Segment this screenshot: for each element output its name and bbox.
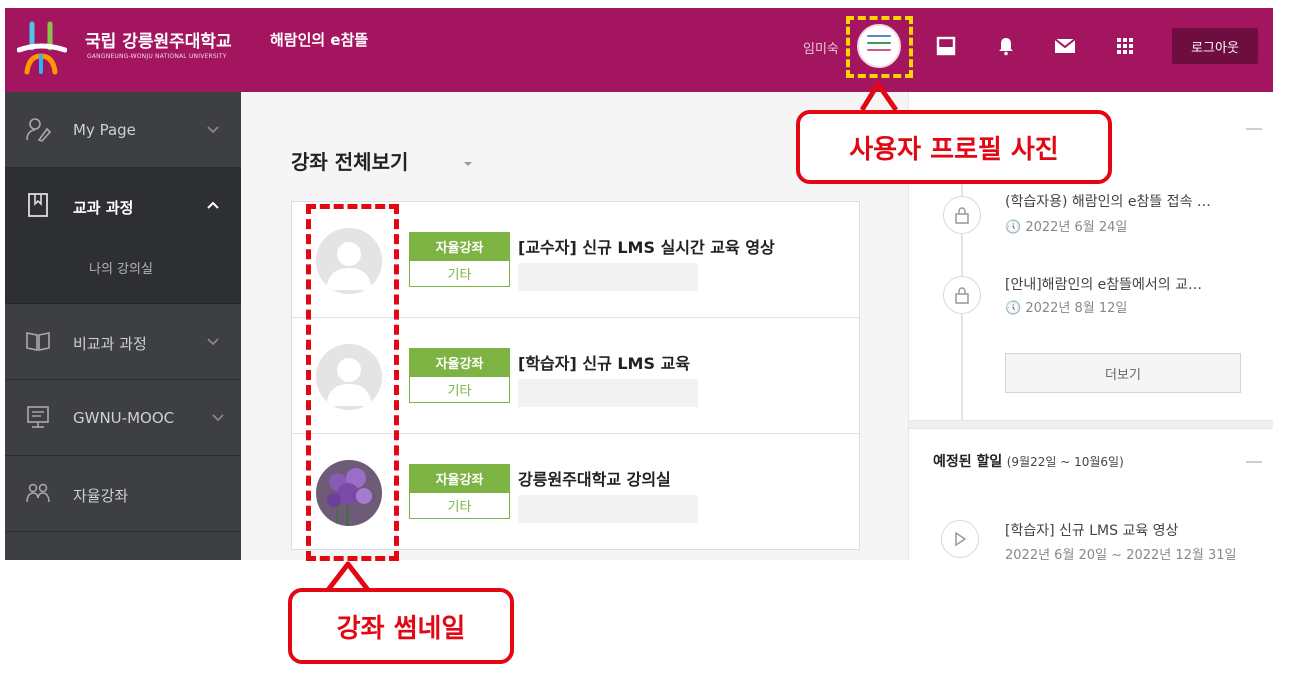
clock-icon: 🕔 bbox=[1005, 301, 1022, 316]
sidebar: My Page 교과 과정 나의 강의실 비교과 과정 GWNU-MOOC 자율… bbox=[5, 92, 241, 560]
sidebar-item-label: 교과 과정 bbox=[73, 199, 134, 217]
sidebar-item-curriculum[interactable]: 교과 과정 bbox=[5, 168, 241, 244]
section-divider bbox=[909, 420, 1273, 429]
profile-photo-callout: 사용자 프로필 사진 bbox=[796, 110, 1112, 184]
course-type-badge: 자율강좌 bbox=[409, 232, 510, 260]
mail-icon[interactable] bbox=[1051, 32, 1079, 60]
sidebar-item-label: 자율강좌 bbox=[73, 487, 129, 505]
caret-down-icon[interactable] bbox=[464, 162, 472, 166]
university-logo-icon[interactable] bbox=[17, 20, 67, 76]
course-tag: 자율강좌 기타 bbox=[409, 232, 510, 287]
user-name: 임미숙 bbox=[803, 42, 839, 57]
sidebar-item-gwnu-mooc[interactable]: GWNU-MOOC bbox=[5, 380, 241, 456]
chevron-down-icon bbox=[212, 414, 224, 422]
sidebar-item-label: GWNU-MOOC bbox=[73, 409, 175, 427]
grid-icon[interactable] bbox=[1111, 32, 1139, 60]
lms-window: 국립 강릉원주대학교 GANGNEUNG-WONJU NATIONAL UNIV… bbox=[5, 8, 1273, 560]
more-button[interactable]: 더보기 bbox=[1005, 353, 1241, 393]
open-book-icon bbox=[26, 332, 50, 351]
course-category-badge: 기타 bbox=[409, 376, 510, 403]
course-title[interactable]: [학습자] 신규 LMS 교육 bbox=[518, 350, 690, 374]
notice-date-text: 2022년 8월 12일 bbox=[1025, 301, 1128, 316]
course-type-badge: 자율강좌 bbox=[409, 348, 510, 376]
course-info-placeholder bbox=[518, 495, 698, 523]
callout-pointer-icon bbox=[326, 561, 370, 592]
todo-item-date: 2022년 6월 20일 ~ 2022년 12월 31일 bbox=[1005, 548, 1237, 560]
todo-heading: 예정된 할일 (9월22일 ~ 10월6일) bbox=[933, 451, 1124, 471]
todo-title: 예정된 할일 bbox=[933, 454, 1003, 470]
top-header: 국립 강릉원주대학교 GANGNEUNG-WONJU NATIONAL UNIV… bbox=[5, 8, 1273, 92]
sidebar-item-self-paced[interactable]: 자율강좌 bbox=[5, 456, 241, 532]
sidebar-item-extracurricular[interactable]: 비교과 과정 bbox=[5, 304, 241, 380]
logout-button[interactable]: 로그아웃 bbox=[1172, 28, 1258, 64]
collapse-icon[interactable] bbox=[1246, 128, 1262, 130]
notice-date-text: 2022년 6월 24일 bbox=[1025, 220, 1128, 235]
course-category-badge: 기타 bbox=[409, 492, 510, 519]
course-title[interactable]: 강릉원주대학교 강의실 bbox=[518, 466, 671, 490]
sidebar-subitem-label: 나의 강의실 bbox=[89, 262, 153, 277]
notice-date: 🕔 2022년 8월 12일 bbox=[1005, 297, 1127, 316]
notice-title[interactable]: (학습자용) 해람인의 e참뜰 접속 … bbox=[1005, 191, 1211, 211]
course-tag: 자율강좌 기타 bbox=[409, 464, 510, 519]
brand-name: 국립 강릉원주대학교 bbox=[85, 32, 232, 52]
course-thumbnail-callout: 강좌 썸네일 bbox=[288, 588, 514, 664]
screenshot-stage: 국립 강릉원주대학교 GANGNEUNG-WONJU NATIONAL UNIV… bbox=[0, 0, 1289, 679]
sidebar-item-label: 비교과 과정 bbox=[73, 335, 147, 353]
play-icon bbox=[941, 520, 979, 558]
todo-range: (9월22일 ~ 10월6일) bbox=[1006, 455, 1124, 469]
user-edit-icon bbox=[26, 118, 51, 142]
course-type-badge: 자율강좌 bbox=[409, 464, 510, 492]
course-title[interactable]: [교수자] 신규 LMS 실시간 교육 영상 bbox=[518, 234, 775, 258]
lock-icon bbox=[943, 196, 981, 234]
todo-item-title[interactable]: [학습자] 신규 LMS 교육 영상 bbox=[1005, 520, 1178, 540]
course-info-placeholder bbox=[518, 379, 698, 407]
collapse-icon[interactable] bbox=[1246, 461, 1262, 463]
bell-icon[interactable] bbox=[992, 32, 1020, 60]
notice-title[interactable]: [안내]해람인의 e참뜰에서의 교… bbox=[1005, 274, 1202, 294]
clock-icon: 🕔 bbox=[1005, 220, 1022, 235]
chevron-down-icon bbox=[207, 126, 219, 134]
callout-pointer-icon bbox=[860, 81, 899, 112]
site-title[interactable]: 해람인의 e참뜰 bbox=[270, 29, 368, 50]
course-info-placeholder bbox=[518, 263, 698, 291]
thumbnail-highlight-box bbox=[306, 204, 399, 561]
sidebar-subitem-my-classroom[interactable]: 나의 강의실 bbox=[5, 244, 241, 304]
chevron-up-icon bbox=[207, 201, 219, 209]
course-tag: 자율강좌 기타 bbox=[409, 348, 510, 403]
screen-icon bbox=[27, 406, 49, 428]
sidebar-item-my-page[interactable]: My Page bbox=[5, 92, 241, 168]
lock-icon bbox=[943, 276, 981, 314]
notice-date: 🕔 2022년 6월 24일 bbox=[1005, 216, 1127, 235]
chevron-down-icon bbox=[207, 338, 219, 346]
brand-subtitle: GANGNEUNG-WONJU NATIONAL UNIVERSITY bbox=[87, 53, 227, 60]
course-category-badge: 기타 bbox=[409, 260, 510, 287]
profile-highlight-box bbox=[846, 16, 913, 78]
people-icon bbox=[26, 483, 50, 503]
page-title[interactable]: 강좌 전체보기 bbox=[291, 146, 408, 175]
sidebar-item-label: My Page bbox=[73, 121, 136, 139]
book-icon bbox=[28, 193, 48, 217]
layout-icon[interactable] bbox=[932, 32, 960, 60]
